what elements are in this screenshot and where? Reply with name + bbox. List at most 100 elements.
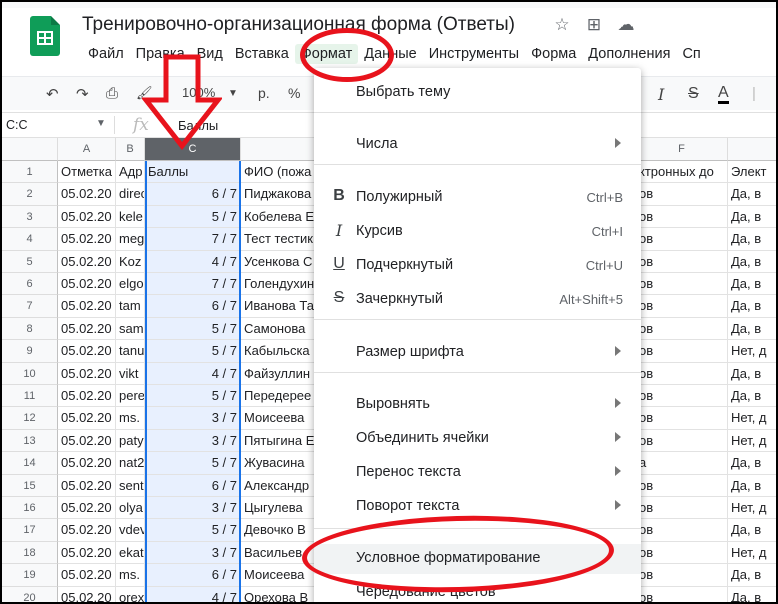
table-cell[interactable]: 7 / 7: [145, 228, 241, 251]
row-header[interactable]: 7: [2, 295, 58, 318]
menu-1[interactable]: Правка: [130, 44, 191, 64]
table-cell[interactable]: meg: [116, 228, 145, 251]
table-cell[interactable]: Да, в: [728, 228, 776, 251]
table-cell[interactable]: Нет, д: [728, 542, 776, 565]
table-cell[interactable]: Отметка: [58, 161, 116, 184]
table-cell[interactable]: 7 / 7: [145, 273, 241, 296]
menu-0[interactable]: Файл: [82, 44, 130, 64]
column-header[interactable]: C: [145, 138, 241, 161]
format-menu-item[interactable]: Числа: [314, 130, 641, 160]
format-menu-item[interactable]: B Полужирный Ctrl+B: [314, 183, 641, 213]
table-cell[interactable]: 3 / 7: [145, 541, 241, 565]
table-cell[interactable]: Да, в: [728, 475, 776, 497]
table-cell[interactable]: 05.02.20: [58, 541, 116, 565]
table-cell[interactable]: 5 / 7: [145, 317, 241, 341]
table-cell[interactable]: 05.02.20: [58, 250, 116, 273]
format-menu-item[interactable]: Размер шрифта: [314, 338, 641, 368]
table-cell[interactable]: olya: [116, 497, 145, 520]
row-header[interactable]: 10: [2, 362, 58, 385]
table-cell[interactable]: ekat: [116, 541, 145, 565]
row-header[interactable]: 12: [2, 407, 58, 430]
format-menu-item[interactable]: Перенос текста: [314, 458, 641, 488]
table-cell[interactable]: 05.02.20: [58, 228, 116, 251]
table-cell[interactable]: 4 / 7: [145, 586, 241, 602]
table-cell[interactable]: tam: [116, 295, 145, 318]
table-cell[interactable]: ов: [636, 183, 728, 206]
menu-4[interactable]: Формат: [294, 44, 359, 64]
table-cell[interactable]: ов: [636, 205, 728, 229]
table-cell[interactable]: Нет, д: [728, 340, 776, 363]
table-cell[interactable]: Да, в: [728, 564, 776, 587]
table-cell[interactable]: а: [636, 452, 728, 475]
row-header[interactable]: 3: [2, 205, 58, 229]
paint-format-icon[interactable]: 🖌: [136, 85, 153, 101]
table-cell[interactable]: paty: [116, 429, 145, 453]
table-cell[interactable]: 05.02.20: [58, 205, 116, 229]
table-cell[interactable]: 3 / 7: [145, 407, 241, 430]
move-to-folder-icon[interactable]: ⊞: [585, 15, 603, 35]
table-cell[interactable]: 05.02.20: [58, 519, 116, 542]
table-cell[interactable]: sam: [116, 317, 145, 341]
table-cell[interactable]: Да, в: [728, 318, 776, 341]
table-cell[interactable]: ов: [636, 295, 728, 318]
menu-6[interactable]: Инструменты: [423, 44, 525, 64]
table-cell[interactable]: ов: [636, 474, 728, 497]
table-cell[interactable]: Да, в: [728, 295, 776, 318]
format-menu-item[interactable]: Условное форматирование: [314, 544, 641, 574]
table-cell[interactable]: 05.02.20: [58, 429, 116, 453]
table-cell[interactable]: kele: [116, 205, 145, 229]
table-cell[interactable]: orex: [116, 586, 145, 602]
currency-format-button[interactable]: р.: [258, 85, 270, 101]
table-cell[interactable]: 05.02.20: [58, 452, 116, 475]
table-cell[interactable]: ов: [636, 317, 728, 341]
format-menu-item[interactable]: Выровнять: [314, 390, 641, 420]
table-cell[interactable]: ов: [636, 564, 728, 587]
row-header[interactable]: 8: [2, 317, 58, 341]
format-menu-item[interactable]: Выбрать тему: [314, 78, 641, 108]
table-cell[interactable]: 6 / 7: [145, 183, 241, 206]
table-cell[interactable]: 5 / 7: [145, 385, 241, 408]
table-cell[interactable]: Да, в: [728, 385, 776, 408]
table-cell[interactable]: Да, в: [728, 183, 776, 206]
document-title[interactable]: Тренировочно-организационная форма (Отве…: [82, 14, 515, 36]
row-header[interactable]: 2: [2, 183, 58, 206]
strikethrough-button[interactable]: S: [688, 85, 699, 103]
table-cell[interactable]: 05.02.20: [58, 407, 116, 430]
table-cell[interactable]: 05.02.20: [58, 362, 116, 385]
row-header[interactable]: 15: [2, 474, 58, 497]
table-cell[interactable]: 4 / 7: [145, 250, 241, 273]
table-cell[interactable]: 05.02.20: [58, 273, 116, 296]
table-cell[interactable]: 05.02.20: [58, 295, 116, 318]
menu-9[interactable]: Сп: [676, 44, 706, 64]
table-cell[interactable]: Нет, д: [728, 497, 776, 520]
table-cell[interactable]: ов: [636, 228, 728, 251]
table-cell[interactable]: 05.02.20: [58, 385, 116, 408]
name-box-chevron-down-icon[interactable]: ▼: [96, 118, 106, 129]
table-cell[interactable]: ов: [636, 586, 728, 602]
undo-icon[interactable]: ↶: [46, 85, 59, 103]
table-cell[interactable]: 5 / 7: [145, 452, 241, 475]
table-cell[interactable]: ов: [636, 340, 728, 363]
row-header[interactable]: 17: [2, 519, 58, 542]
table-cell[interactable]: ов: [636, 273, 728, 296]
format-menu-item[interactable]: Чередование цветов: [314, 578, 641, 602]
print-icon[interactable]: ⎙: [106, 85, 118, 102]
row-header[interactable]: 9: [2, 340, 58, 363]
row-header[interactable]: 11: [2, 385, 58, 408]
sheets-logo-icon[interactable]: [30, 16, 60, 56]
table-cell[interactable]: Да, в: [728, 363, 776, 385]
table-cell[interactable]: Да, в: [728, 273, 776, 296]
italic-button[interactable]: I: [658, 85, 664, 104]
column-header[interactable]: A: [58, 138, 116, 161]
column-header[interactable]: B: [116, 138, 145, 161]
table-cell[interactable]: 5 / 7: [145, 205, 241, 229]
table-cell[interactable]: 4 / 7: [145, 362, 241, 385]
table-cell[interactable]: Адр: [116, 161, 145, 184]
format-menu-item[interactable]: Объединить ячейки: [314, 424, 641, 454]
table-cell[interactable]: Элект: [728, 161, 776, 184]
table-cell[interactable]: vdev: [116, 519, 145, 542]
table-cell[interactable]: 3 / 7: [145, 429, 241, 453]
name-box[interactable]: C:C: [6, 118, 28, 132]
table-cell[interactable]: 6 / 7: [145, 564, 241, 587]
table-cell[interactable]: ов: [636, 385, 728, 408]
